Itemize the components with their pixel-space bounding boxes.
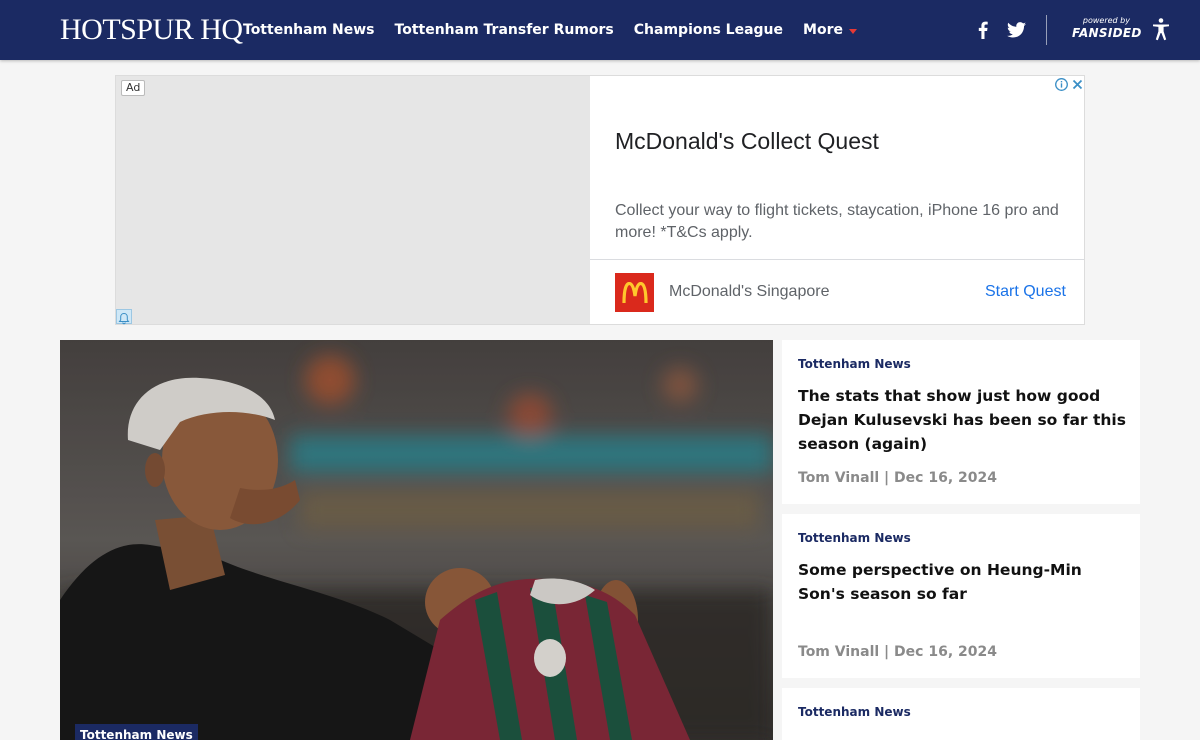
- article-date: Dec 16, 2024: [894, 644, 997, 660]
- article-title[interactable]: The stats that show just how good Dejan …: [798, 384, 1128, 456]
- ad-title[interactable]: McDonald's Collect Quest: [615, 128, 879, 155]
- site-header: HOTSPUR HQ Tottenham News Tottenham Tran…: [0, 0, 1200, 60]
- powered-by-label: powered by: [1082, 16, 1130, 25]
- article-category[interactable]: Tottenham News: [798, 705, 911, 719]
- hero-article-image[interactable]: [60, 340, 773, 740]
- start-quest-button[interactable]: Start Quest: [985, 283, 1066, 301]
- nav-champions-league[interactable]: Champions League: [634, 22, 783, 38]
- nav-tottenham-news[interactable]: Tottenham News: [243, 22, 375, 38]
- ad-advertiser: McDonald's Singapore: [669, 283, 830, 300]
- header-divider: [1046, 15, 1047, 45]
- mcdonalds-logo[interactable]: [615, 273, 654, 312]
- ad-description: Collect your way to flight tickets, stay…: [615, 202, 1059, 241]
- article-title[interactable]: Some perspective on Heung-Min Son's seas…: [798, 558, 1128, 606]
- article-card[interactable]: Tottenham News The stats that show just …: [782, 340, 1140, 504]
- caret-down-icon: [848, 28, 857, 34]
- byline-separator: |: [884, 470, 895, 486]
- ad-divider: [590, 259, 1084, 260]
- nav-more-label: More: [803, 22, 843, 38]
- article-card[interactable]: Tottenham News: [782, 688, 1140, 740]
- hero-photo: [60, 340, 773, 740]
- article-author[interactable]: Tom Vinall: [798, 470, 879, 486]
- info-icon[interactable]: [1054, 77, 1069, 92]
- powered-by-fansided[interactable]: powered by FANSIDED: [1072, 16, 1142, 40]
- advertisement[interactable]: Ad McDonald's Collect Quest Collect your…: [115, 75, 1085, 325]
- byline-separator: |: [884, 644, 895, 660]
- article-byline: Tom Vinall | Dec 16, 2024: [798, 470, 997, 486]
- article-date: Dec 16, 2024: [894, 470, 997, 486]
- fansided-logo: FANSIDED: [1072, 26, 1142, 40]
- nav-transfer-rumors[interactable]: Tottenham Transfer Rumors: [395, 22, 614, 38]
- nav-more-menu[interactable]: More: [803, 22, 857, 38]
- twitter-icon[interactable]: [1006, 18, 1026, 42]
- article-byline: Tom Vinall | Dec 16, 2024: [798, 644, 997, 660]
- close-icon[interactable]: [1070, 77, 1085, 92]
- article-category[interactable]: Tottenham News: [798, 531, 911, 545]
- accessibility-icon[interactable]: [1150, 17, 1172, 41]
- article-card[interactable]: Tottenham News Some perspective on Heung…: [782, 514, 1140, 678]
- site-logo[interactable]: HOTSPUR HQ: [60, 13, 243, 47]
- article-author[interactable]: Tom Vinall: [798, 644, 879, 660]
- article-category[interactable]: Tottenham News: [798, 357, 911, 371]
- bell-icon[interactable]: [116, 309, 132, 325]
- main-nav: Tottenham News Tottenham Transfer Rumors…: [243, 0, 877, 60]
- hero-category-tag[interactable]: Tottenham News: [75, 724, 198, 740]
- facebook-icon[interactable]: [975, 18, 991, 42]
- ad-label: Ad: [121, 80, 146, 96]
- ad-image[interactable]: [116, 76, 590, 324]
